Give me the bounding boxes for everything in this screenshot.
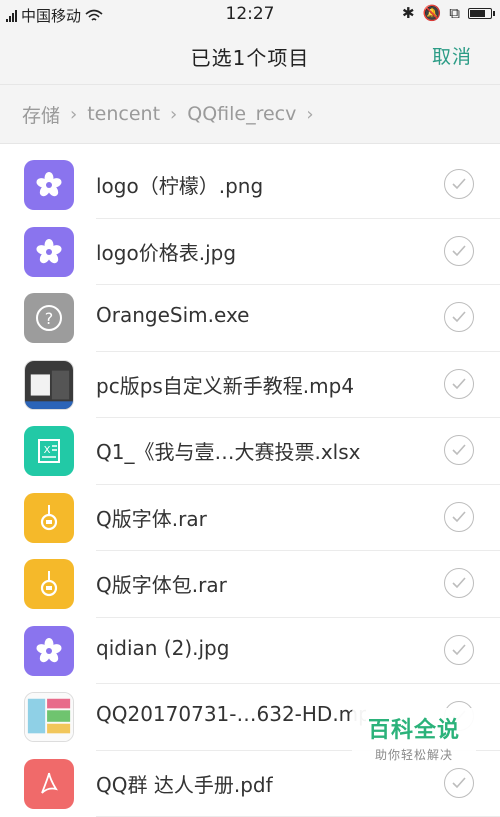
select-checkbox[interactable] — [444, 435, 474, 465]
chevron-right-icon: › — [306, 104, 313, 125]
breadcrumb-storage[interactable]: 存储 — [22, 101, 60, 128]
checkmark-icon — [451, 309, 467, 325]
file-name: Q版字体.rar — [96, 503, 207, 532]
status-bar: 中国移动 12:27 ✱ 🔕 ⧉ — [0, 0, 500, 28]
selection-header: 已选1个项目 取消 — [0, 28, 500, 84]
file-name: OrangeSim.exe — [96, 303, 249, 327]
list-item[interactable]: ? OrangeSim.exe — [96, 285, 500, 352]
list-item[interactable]: qidian (2).jpg — [96, 618, 500, 685]
svg-text:?: ? — [45, 309, 54, 328]
select-checkbox[interactable] — [444, 369, 474, 399]
bluetooth-icon: ✱ — [402, 4, 415, 22]
list-item[interactable]: Q版字体包.rar — [96, 551, 500, 618]
checkmark-icon — [451, 376, 467, 392]
select-checkbox[interactable] — [444, 169, 474, 199]
status-right: ✱ 🔕 ⧉ — [402, 4, 492, 22]
select-checkbox[interactable] — [444, 768, 474, 798]
list-item[interactable]: Q版字体.rar — [96, 485, 500, 552]
archive-icon — [24, 559, 74, 609]
pdf-icon — [24, 759, 74, 809]
file-name: logo（柠檬）.png — [96, 170, 263, 199]
battery-icon — [468, 8, 492, 19]
cancel-button[interactable]: 取消 — [432, 42, 472, 69]
checkmark-icon — [451, 509, 467, 525]
image-icon — [24, 227, 74, 277]
file-name: pc版ps自定义新手教程.mp4 — [96, 370, 354, 399]
chevron-right-icon: › — [170, 104, 177, 125]
select-checkbox[interactable] — [444, 635, 474, 665]
checkmark-icon — [451, 176, 467, 192]
excel-icon: X — [24, 426, 74, 476]
file-name: qidian (2).jpg — [96, 636, 229, 660]
image-icon — [24, 626, 74, 676]
select-checkbox[interactable] — [444, 236, 474, 266]
list-item[interactable]: logo（柠檬）.png — [96, 152, 500, 219]
file-name: QQ20170731-…632-HD.mp4 — [96, 702, 366, 726]
breadcrumb-tencent[interactable]: tencent — [87, 103, 160, 125]
watermark-title: 百科全说 — [368, 712, 460, 744]
archive-icon — [24, 493, 74, 543]
file-name: QQ群 达人手册.pdf — [96, 769, 273, 798]
file-name: Q版字体包.rar — [96, 569, 227, 598]
unknown-file-icon: ? — [24, 293, 74, 343]
page-title: 已选1个项目 — [0, 42, 500, 71]
svg-text:X: X — [44, 445, 51, 456]
video-thumbnail — [24, 360, 74, 410]
checkmark-icon — [451, 575, 467, 591]
mute-icon: 🔕 — [423, 4, 442, 22]
list-item[interactable]: logo价格表.jpg — [96, 219, 500, 286]
chevron-right-icon: › — [70, 104, 77, 125]
image-icon — [24, 160, 74, 210]
breadcrumb: 存储 › tencent › QQfile_recv › — [0, 84, 500, 144]
list-item[interactable]: pc版ps自定义新手教程.mp4 — [96, 352, 500, 419]
watermark-subtitle: 助你轻松解决 — [375, 746, 453, 763]
cast-icon: ⧉ — [449, 4, 460, 22]
checkmark-icon — [451, 442, 467, 458]
file-name: logo价格表.jpg — [96, 237, 236, 266]
checkmark-icon — [451, 642, 467, 658]
video-thumbnail — [24, 692, 74, 742]
select-checkbox[interactable] — [444, 568, 474, 598]
select-checkbox[interactable] — [444, 302, 474, 332]
select-checkbox[interactable] — [444, 502, 474, 532]
checkmark-icon — [451, 775, 467, 791]
checkmark-icon — [451, 243, 467, 259]
list-item[interactable]: X Q1_《我与壹…大赛投票.xlsx — [96, 418, 500, 485]
file-name: Q1_《我与壹…大赛投票.xlsx — [96, 436, 360, 465]
watermark-badge: 百科全说 助你轻松解决 — [352, 708, 476, 766]
breadcrumb-qqfile-recv[interactable]: QQfile_recv — [187, 103, 296, 125]
